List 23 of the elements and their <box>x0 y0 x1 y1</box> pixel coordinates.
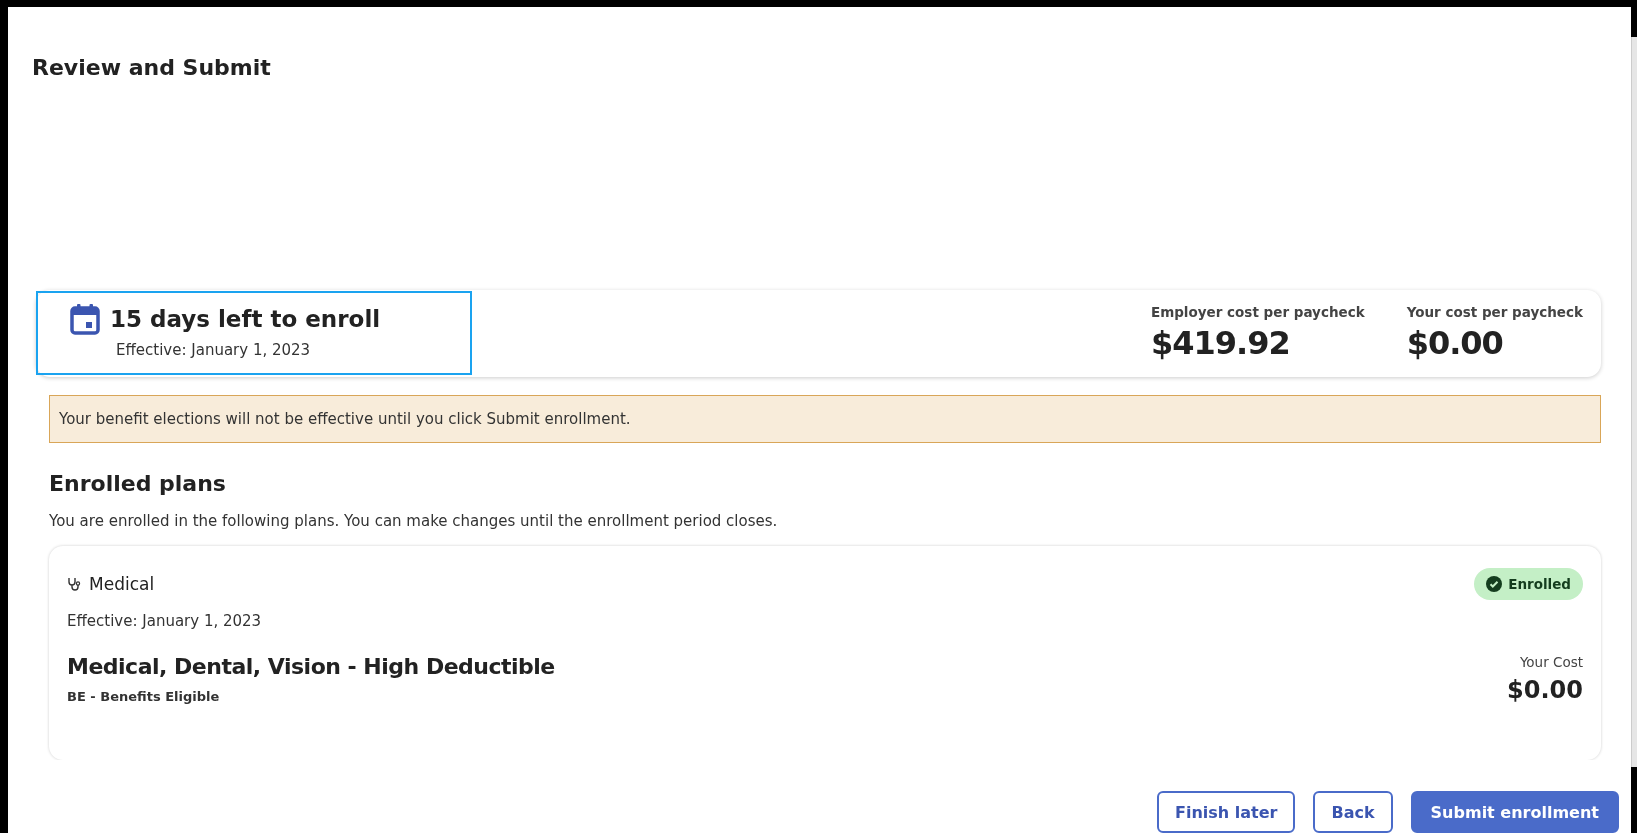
plan-effective-date: Effective: January 1, 2023 <box>67 611 263 630</box>
plan-eligibility: BE - Benefits Eligible <box>67 688 221 704</box>
plan-name: Medical, Dental, Vision - High Deductible <box>67 653 555 679</box>
deadline-text: 15 days left to enroll <box>110 306 381 333</box>
secondary-button[interactable]: Finish later <box>1157 791 1296 833</box>
calendar-icon <box>70 303 100 336</box>
plan-category: Medical <box>89 573 155 594</box>
cost-amount: $0.00 <box>1406 324 1504 363</box>
secondary-button[interactable]: Back <box>1313 791 1393 833</box>
cost-label: Your Cost <box>1519 653 1583 670</box>
stethoscope-icon <box>67 576 81 591</box>
effective-date: Effective: January 1, 2023 <box>116 341 312 360</box>
cost-amount: $0.00 <box>1507 675 1583 704</box>
section-description: You are enrolled in the following plans. You can make changes until the enrollment period closes. <box>49 511 778 530</box>
cost-amount: $419.92 <box>1150 324 1291 363</box>
page-title: Review and Submit <box>32 55 271 80</box>
cost-label: Your cost per paycheck <box>1406 304 1583 321</box>
warning-message: Your benefit elections will not be effective until you click Submit enrollment. <box>59 409 631 428</box>
section-heading: Enrolled plans <box>49 470 226 496</box>
status-badge: Enrolled <box>1474 567 1583 600</box>
check-circle-icon <box>1486 575 1503 592</box>
submit-button[interactable]: Submit enrollment <box>1410 791 1619 833</box>
cost-label: Employer cost per paycheck <box>1150 304 1365 321</box>
